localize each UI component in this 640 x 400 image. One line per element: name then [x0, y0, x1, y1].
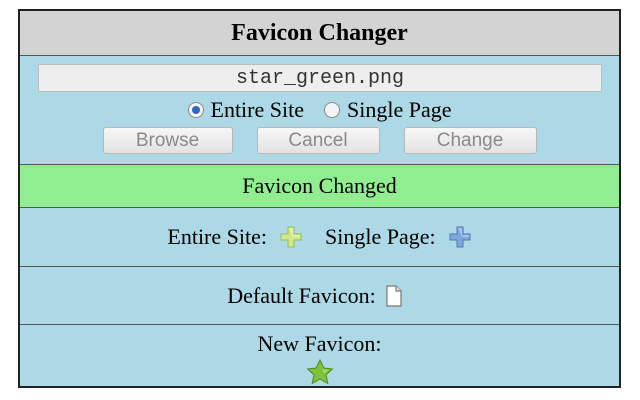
default-favicon-row: Default Favicon:	[20, 267, 619, 325]
radio-label-single-page: Single Page	[346, 97, 452, 122]
change-button[interactable]: Change	[403, 127, 537, 154]
radio-label-entire-site: Entire Site	[210, 97, 304, 122]
plus-green-icon	[273, 224, 309, 250]
controls-section: Entire Site Single Page Browse Cancel Ch…	[20, 56, 619, 165]
current-favicons-row: Entire Site: Single Page:	[20, 208, 619, 267]
panel-title: Favicon Changer	[20, 11, 619, 56]
cancel-button[interactable]: Cancel	[256, 127, 380, 154]
file-name-field[interactable]	[38, 64, 602, 92]
single-page-label: Single Page:	[324, 224, 436, 249]
plus-blue-icon	[442, 224, 478, 250]
action-buttons: Browse Cancel Change	[20, 127, 619, 155]
browse-button[interactable]: Browse	[102, 127, 233, 154]
radio-button-single-page[interactable]	[323, 102, 340, 118]
radio-entire-site[interactable]: Entire Site	[187, 97, 304, 123]
radio-button-entire-site[interactable]	[187, 102, 204, 118]
blank-document-icon	[376, 283, 412, 309]
new-favicon-label: New Favicon:	[257, 331, 382, 356]
green-star-icon	[302, 359, 338, 385]
new-favicon-section: New Favicon:	[20, 325, 619, 387]
status-message: Favicon Changed	[20, 165, 619, 208]
entire-site-label: Entire Site:	[167, 224, 267, 249]
scope-radio-group: Entire Site Single Page	[20, 96, 619, 124]
favicon-changer-panel: Favicon Changer Entire Site Single Page …	[18, 9, 621, 388]
radio-single-page[interactable]: Single Page	[323, 97, 452, 123]
default-favicon-label: Default Favicon:	[227, 282, 376, 308]
